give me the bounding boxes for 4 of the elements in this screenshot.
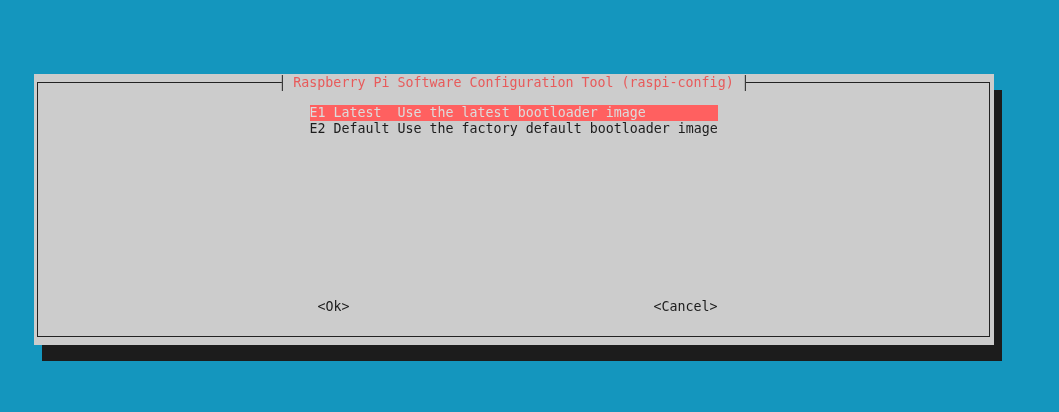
cancel-button[interactable]: <Cancel> [653, 299, 718, 315]
dialog-title: Raspberry Pi Software Configuration Tool (raspi-config) [281, 75, 746, 91]
menu-item[interactable]: E2 Default Use the factory default bootloader image [309, 121, 718, 137]
ok-button[interactable]: <Ok> [317, 299, 350, 315]
